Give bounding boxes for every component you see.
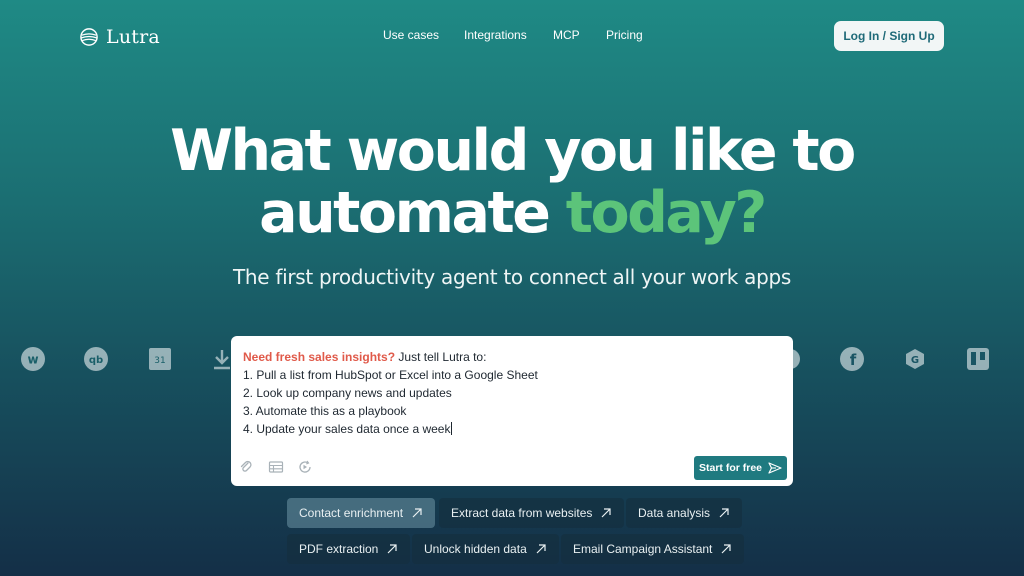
- quickbooks-icon: qb: [84, 347, 108, 371]
- lutra-logo-icon: [80, 28, 98, 46]
- arrow-up-right-icon: [719, 508, 729, 518]
- arrow-up-right-icon: [387, 544, 397, 554]
- prompt-highlight: Need fresh sales insights?: [243, 350, 396, 364]
- prompt-step-1: 1. Pull a list from HubSpot or Excel int…: [243, 368, 538, 382]
- start-for-free-button[interactable]: Start for free: [694, 456, 787, 480]
- text-caret: [451, 422, 453, 435]
- chip-label: Email Campaign Assistant: [573, 542, 713, 556]
- arrow-up-right-icon: [412, 508, 422, 518]
- hero-title-line1: What would you like to: [170, 118, 856, 184]
- start-for-free-label: Start for free: [698, 462, 762, 474]
- prompt-step-4: 4. Update your sales data once a week: [243, 422, 451, 436]
- prompt-step-4-line: 4. Update your sales data once a week: [243, 420, 538, 438]
- hero-title-accent: today?: [565, 180, 768, 246]
- gravity-forms-icon: G: [906, 349, 924, 369]
- chip-email-campaign-assistant[interactable]: Email Campaign Assistant: [561, 534, 745, 564]
- chip-label: Unlock hidden data: [424, 542, 527, 556]
- prompt-step-3: 3. Automate this as a playbook: [243, 404, 407, 418]
- facebook-icon: f: [840, 347, 864, 371]
- chip-label: PDF extraction: [299, 542, 379, 556]
- hero-title-main: automate: [259, 180, 551, 246]
- chip-label: Contact enrichment: [299, 506, 404, 520]
- chip-extract-data-from-websites[interactable]: Extract data from websites: [439, 498, 625, 528]
- nav-use-cases[interactable]: Use cases: [383, 28, 439, 42]
- arrow-up-right-icon: [601, 508, 611, 518]
- google-calendar-icon: 31: [149, 348, 171, 370]
- login-signup-button[interactable]: Log In / Sign Up: [834, 21, 944, 51]
- chip-unlock-hidden-data[interactable]: Unlock hidden data: [412, 534, 559, 564]
- prompt-line-intro: Need fresh sales insights? Just tell Lut…: [243, 348, 538, 366]
- prompt-text[interactable]: Need fresh sales insights? Just tell Lut…: [243, 348, 538, 438]
- trello-icon: [967, 348, 989, 370]
- hero-title-line2: automate today?: [0, 180, 1024, 246]
- chip-contact-enrichment[interactable]: Contact enrichment: [287, 498, 436, 528]
- chip-pdf-extraction[interactable]: PDF extraction: [287, 534, 411, 564]
- nav-integrations[interactable]: Integrations: [464, 28, 527, 42]
- attach-icon[interactable]: [238, 459, 254, 475]
- svg-text:f: f: [850, 351, 857, 369]
- svg-text:31: 31: [154, 356, 165, 366]
- svg-text:G: G: [911, 355, 919, 366]
- svg-text:qb: qb: [89, 355, 103, 366]
- playbook-icon[interactable]: [297, 459, 313, 475]
- chip-label: Data analysis: [638, 506, 711, 520]
- svg-text:w: w: [27, 353, 38, 367]
- prompt-step-2: 2. Look up company news and updates: [243, 386, 452, 400]
- chip-data-analysis[interactable]: Data analysis: [626, 498, 743, 528]
- nav-pricing[interactable]: Pricing: [606, 28, 643, 42]
- webflow-icon: w: [21, 347, 45, 371]
- table-icon[interactable]: [268, 459, 284, 475]
- nav-mcp[interactable]: MCP: [553, 28, 580, 42]
- arrow-up-right-icon: [721, 544, 732, 554]
- brand-logo[interactable]: Lutra: [80, 26, 160, 48]
- hero-subtitle: The first productivity agent to connect …: [232, 265, 792, 289]
- prompt-intro: Just tell Lutra to:: [395, 350, 487, 364]
- brand-name: Lutra: [106, 26, 160, 48]
- arrow-up-right-icon: [536, 544, 546, 554]
- chip-label: Extract data from websites: [451, 506, 593, 520]
- send-icon: [768, 462, 782, 474]
